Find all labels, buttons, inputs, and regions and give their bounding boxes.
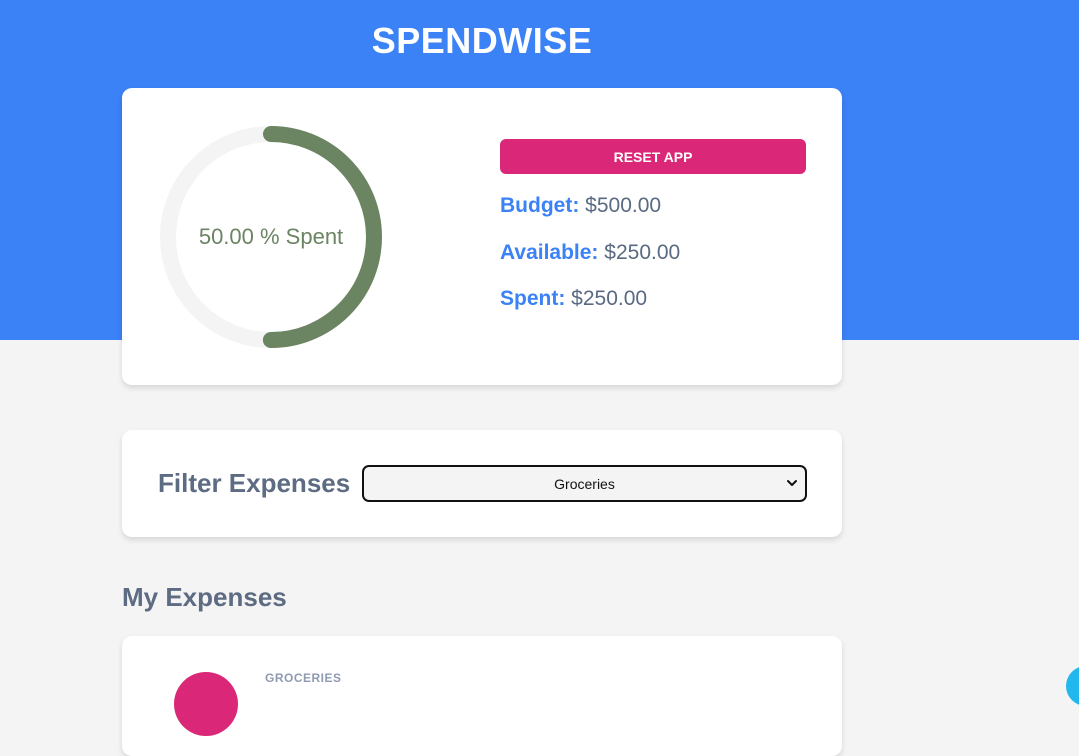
available-key: Available: <box>500 241 599 264</box>
available-stat: Available: $250.00 <box>500 241 680 265</box>
expense-item-card: GROCERIES <box>122 636 842 756</box>
budget-stat: Budget: $500.00 <box>500 194 661 218</box>
floating-action-button[interactable] <box>1066 666 1079 706</box>
app-title: SPENDWISE <box>371 20 593 61</box>
category-avatar <box>174 672 238 736</box>
budget-value: $500.00 <box>585 194 662 217</box>
spent-value: $250.00 <box>571 287 648 310</box>
available-value: $250.00 <box>604 241 681 264</box>
my-expenses-title: My Expenses <box>122 582 287 612</box>
spent-key: Spent: <box>500 287 566 310</box>
filter-selected-value: Groceries <box>554 475 615 492</box>
progress-label: 50.00 % Spent <box>198 224 344 249</box>
spent-progress-ring: 50.00 % Spent <box>158 124 384 350</box>
spent-stat: Spent: $250.00 <box>500 287 647 311</box>
budget-summary-card: 50.00 % Spent RESET APP Budget: $500.00 … <box>122 88 842 385</box>
filter-label: Filter Expenses <box>158 468 351 498</box>
expense-category: GROCERIES <box>265 671 342 685</box>
chevron-down-icon <box>787 480 797 486</box>
filter-card: Filter Expenses Groceries <box>122 430 842 537</box>
budget-key: Budget: <box>500 194 580 217</box>
reset-app-button[interactable]: RESET APP <box>500 139 806 174</box>
filter-category-select[interactable]: Groceries <box>362 465 807 502</box>
